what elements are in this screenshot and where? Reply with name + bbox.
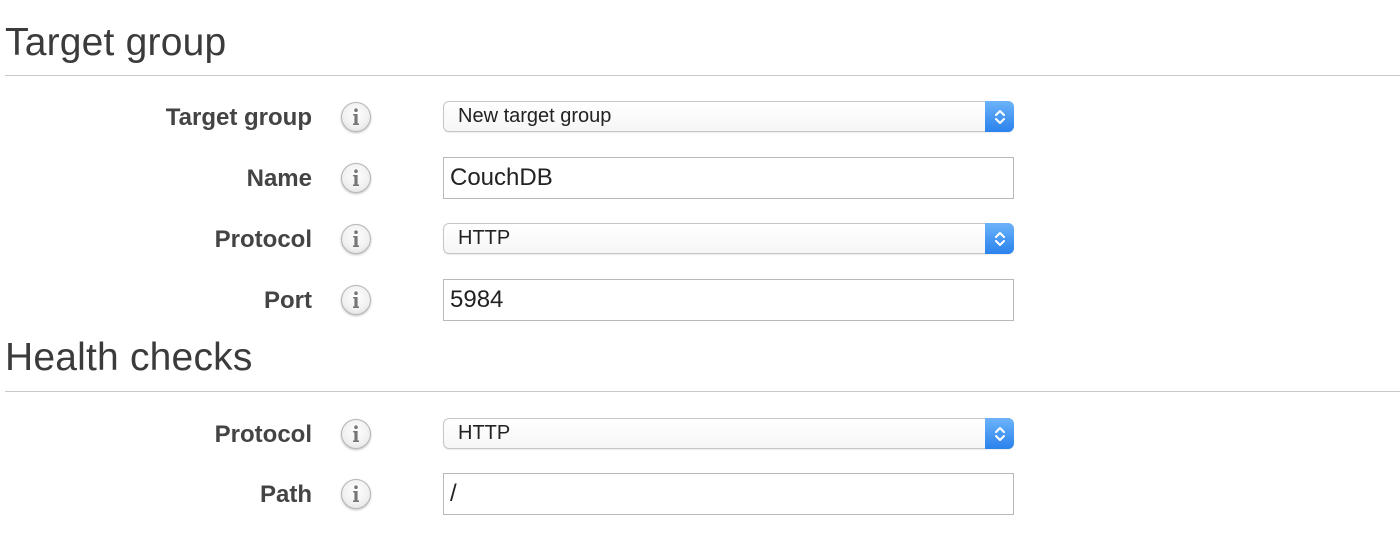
field-label-port: Port	[264, 287, 312, 314]
info-icon[interactable]	[341, 102, 371, 132]
section-divider	[5, 391, 1400, 392]
health-protocol-select-value: HTTP	[458, 422, 511, 444]
name-input[interactable]	[443, 157, 1014, 199]
info-icon[interactable]	[341, 285, 371, 315]
info-glyph-icon	[353, 230, 359, 247]
form-row-port: Port	[0, 279, 1400, 323]
field-label-path: Path	[259, 481, 312, 508]
protocol-select[interactable]: HTTP	[443, 223, 1014, 254]
target-group-select[interactable]: New target group	[443, 101, 1014, 132]
section-divider	[5, 75, 1400, 76]
select-chevrons-icon	[985, 418, 1014, 449]
info-glyph-icon	[353, 169, 359, 186]
target-group-form: Target group Target group New target gro…	[0, 0, 1400, 546]
info-glyph-icon	[353, 485, 359, 502]
info-glyph-icon	[353, 425, 359, 442]
form-row-health-protocol: Protocol HTTP	[0, 413, 1400, 457]
form-row-protocol: Protocol HTTP	[0, 218, 1400, 262]
protocol-select-value: HTTP	[458, 227, 511, 249]
field-label-target-group: Target group	[165, 104, 312, 131]
info-glyph-icon	[353, 108, 359, 125]
info-icon[interactable]	[341, 479, 371, 509]
target-group-select-value: New target group	[458, 105, 612, 127]
section-title-health-checks: Health checks	[5, 336, 253, 379]
info-glyph-icon	[353, 291, 359, 308]
health-protocol-select[interactable]: HTTP	[443, 418, 1014, 449]
field-label-health-protocol: Protocol	[214, 421, 312, 448]
info-icon[interactable]	[341, 163, 371, 193]
form-row-path: Path	[0, 473, 1400, 517]
form-row-name: Name	[0, 157, 1400, 201]
port-input[interactable]	[443, 279, 1014, 321]
info-icon[interactable]	[341, 419, 371, 449]
select-chevrons-icon	[985, 223, 1014, 254]
info-icon[interactable]	[341, 224, 371, 254]
field-label-name: Name	[246, 165, 312, 192]
field-label-protocol: Protocol	[214, 226, 312, 253]
form-row-target-group: Target group New target group	[0, 96, 1400, 140]
section-title-target-group: Target group	[5, 21, 227, 64]
path-input[interactable]	[443, 473, 1014, 515]
select-chevrons-icon	[985, 101, 1014, 132]
